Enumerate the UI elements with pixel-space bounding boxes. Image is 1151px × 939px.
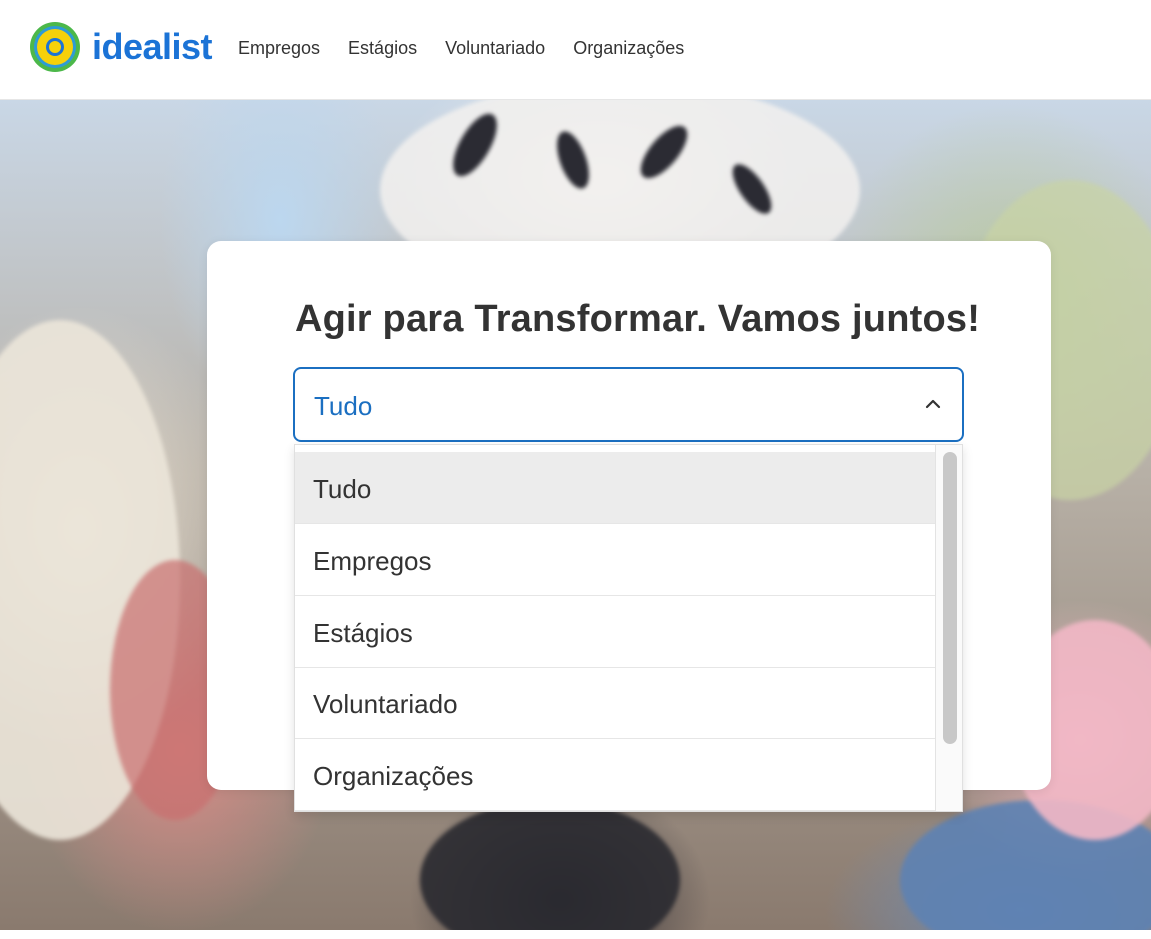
- nav-link-empregos[interactable]: Empregos: [238, 36, 320, 60]
- nav-link-estagios[interactable]: Estágios: [348, 36, 417, 60]
- dropdown-option-label: Organizações: [313, 761, 474, 791]
- idealist-logo[interactable]: idealist: [28, 20, 213, 74]
- hero-dark-clothing: [420, 800, 680, 930]
- dropdown-option-organizacoes[interactable]: Organizações: [295, 739, 936, 811]
- dropdown-option-voluntariado[interactable]: Voluntariado: [295, 667, 936, 739]
- dropdown-option-label: Voluntariado: [313, 689, 458, 719]
- dropdown-scrollbar[interactable]: [935, 445, 962, 811]
- idealist-sun-icon: [30, 22, 80, 72]
- nav-link-voluntariado[interactable]: Voluntariado: [445, 36, 545, 60]
- bottom-strip: [0, 930, 1151, 939]
- chevron-up-icon: [925, 399, 941, 409]
- category-select[interactable]: Tudo: [293, 367, 964, 442]
- main-nav: Empregos Estágios Voluntariado Organizaç…: [238, 36, 712, 60]
- dropdown-option-label: Empregos: [313, 546, 432, 576]
- category-select-value: Tudo: [314, 391, 373, 421]
- site-header: idealist Empregos Estágios Voluntariado …: [0, 0, 1151, 100]
- logo-wordmark: idealist: [92, 26, 213, 67]
- nav-link-organizacoes[interactable]: Organizações: [573, 36, 684, 60]
- dropdown-option-label: Estágios: [313, 618, 413, 648]
- dropdown-option-tudo[interactable]: Tudo: [295, 452, 936, 524]
- dropdown-option-label: Tudo: [313, 474, 372, 504]
- dropdown-scrollbar-thumb[interactable]: [943, 452, 957, 744]
- dropdown-option-estagios[interactable]: Estágios: [295, 596, 936, 668]
- category-dropdown-list: Tudo Empregos Estágios Voluntariado Orga…: [294, 444, 963, 812]
- hero-title: Agir para Transformar. Vamos juntos!: [295, 298, 981, 340]
- dropdown-option-empregos[interactable]: Empregos: [295, 524, 936, 596]
